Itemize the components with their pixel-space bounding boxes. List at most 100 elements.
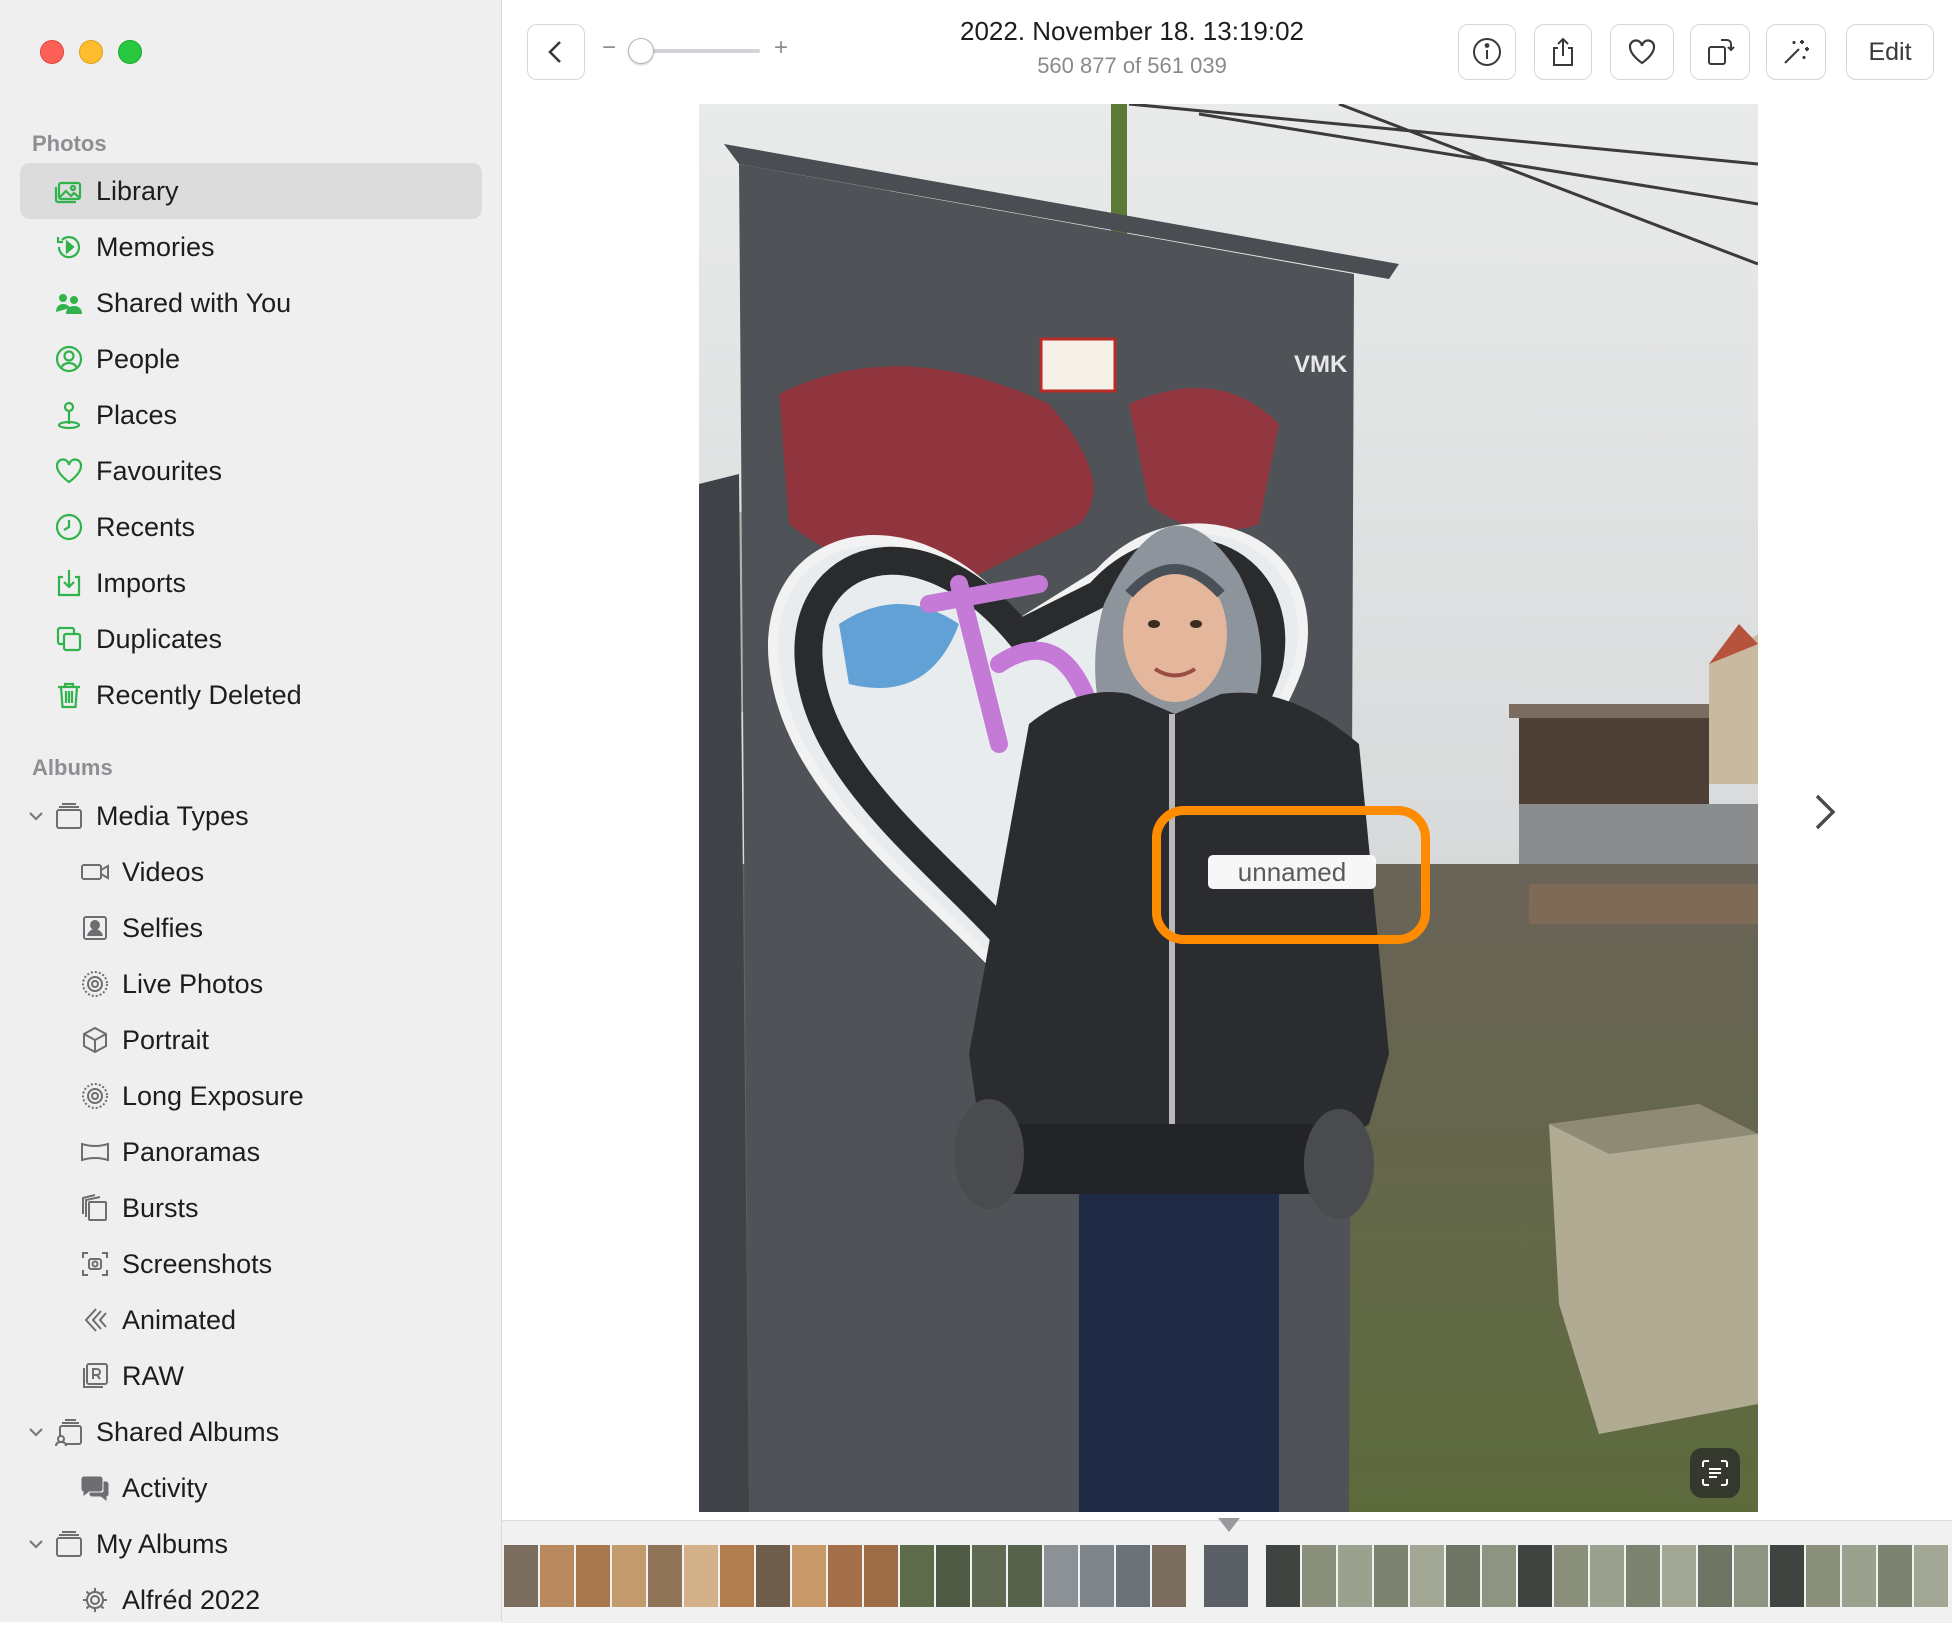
smart-album-gear-icon	[78, 1583, 112, 1617]
photo-date-title: 2022. November 18. 13:19:02	[959, 16, 1305, 46]
screenshot-icon	[78, 1247, 112, 1281]
filmstrip-thumbnail[interactable]	[612, 1545, 646, 1607]
sidebar-item-animated[interactable]: Animated	[20, 1292, 482, 1348]
minimize-window-button[interactable]	[79, 40, 103, 64]
filmstrip-thumbnail[interactable]	[1008, 1545, 1042, 1607]
filmstrip-thumbnail[interactable]	[1374, 1545, 1408, 1607]
trash-icon	[52, 678, 86, 712]
filmstrip-thumbnail[interactable]	[1518, 1545, 1552, 1607]
filmstrip-thumbnail[interactable]	[792, 1545, 826, 1607]
filmstrip-thumbnail[interactable]	[1806, 1545, 1840, 1607]
filmstrip-thumbnail[interactable]	[1410, 1545, 1444, 1607]
zoom-slider-track[interactable]	[640, 49, 760, 53]
filmstrip-thumbnail[interactable]	[540, 1545, 574, 1607]
sidebar-item-selfies[interactable]: Selfies	[20, 900, 482, 956]
favourite-button[interactable]	[1610, 24, 1674, 80]
info-button[interactable]	[1458, 24, 1516, 80]
album-stack-icon	[52, 799, 86, 833]
filmstrip-thumbnail[interactable]	[1554, 1545, 1588, 1607]
filmstrip-thumbnail[interactable]	[1734, 1545, 1768, 1607]
filmstrip-thumbnail[interactable]	[1698, 1545, 1732, 1607]
info-icon	[1473, 38, 1501, 66]
sidebar-group-shared-albums[interactable]: Shared Albums	[20, 1404, 482, 1460]
filmstrip-thumbnail[interactable]	[1662, 1545, 1696, 1607]
filmstrip-thumbnail[interactable]	[936, 1545, 970, 1607]
filmstrip-thumbnail[interactable]	[1446, 1545, 1480, 1607]
sidebar-item-recents[interactable]: Recents	[20, 499, 482, 555]
memories-icon	[52, 230, 86, 264]
close-window-button[interactable]	[40, 40, 64, 64]
filmstrip-thumbnail-current[interactable]	[1204, 1545, 1248, 1607]
sidebar-item-screenshots[interactable]: Screenshots	[20, 1236, 482, 1292]
filmstrip-thumbnail[interactable]	[1878, 1545, 1912, 1607]
sidebar-item-label: Imports	[96, 567, 187, 598]
sidebar-item-long-exposure[interactable]: Long Exposure	[20, 1068, 482, 1124]
zoom-out-icon[interactable]: −	[602, 34, 616, 62]
chevron-down-icon[interactable]	[26, 1534, 46, 1554]
filmstrip-thumbnail[interactable]	[756, 1545, 790, 1607]
face-name-label[interactable]: unnamed	[1208, 855, 1376, 889]
sidebar-item-places[interactable]: Places	[20, 387, 482, 443]
filmstrip-thumbnail[interactable]	[1482, 1545, 1516, 1607]
chevron-down-icon[interactable]	[26, 1422, 46, 1442]
back-button[interactable]	[527, 24, 585, 80]
maximize-window-button[interactable]	[118, 40, 142, 64]
svg-text:VMK: VMK	[1294, 351, 1348, 378]
sidebar-item-library[interactable]: Library	[20, 163, 482, 219]
sidebar-item-people[interactable]: People	[20, 331, 482, 387]
zoom-in-icon[interactable]: +	[774, 34, 788, 62]
sidebar-item-favourites[interactable]: Favourites	[20, 443, 482, 499]
filmstrip-thumbnail[interactable]	[1590, 1545, 1624, 1607]
sidebar-item-bursts[interactable]: Bursts	[20, 1180, 482, 1236]
filmstrip-thumbnail[interactable]	[972, 1545, 1006, 1607]
sidebar-item-label: Duplicates	[96, 623, 223, 654]
sidebar-item-label: RAW	[122, 1360, 184, 1391]
rotate-button[interactable]	[1690, 24, 1750, 80]
next-photo-arrow-icon[interactable]	[1807, 790, 1841, 834]
sidebar-group-my-albums[interactable]: My Albums	[20, 1516, 482, 1572]
filmstrip-thumbnail[interactable]	[864, 1545, 898, 1607]
sidebar-item-panoramas[interactable]: Panoramas	[20, 1124, 482, 1180]
edit-button[interactable]: Edit	[1846, 24, 1934, 80]
filmstrip-thumbnail[interactable]	[720, 1545, 754, 1607]
sidebar-item-raw[interactable]: RAW	[20, 1348, 482, 1404]
filmstrip-thumbnail[interactable]	[1116, 1545, 1150, 1607]
filmstrip-thumbnail[interactable]	[504, 1545, 538, 1607]
filmstrip-thumbnail[interactable]	[1302, 1545, 1336, 1607]
filmstrip-thumbnail[interactable]	[900, 1545, 934, 1607]
sidebar-item-videos[interactable]: Videos	[20, 844, 482, 900]
filmstrip-thumbnail[interactable]	[1842, 1545, 1876, 1607]
photo-position-count: 560 877 of 561 039	[1037, 53, 1227, 78]
filmstrip-thumbnail[interactable]	[1152, 1545, 1186, 1607]
filmstrip-thumbnail[interactable]	[1626, 1545, 1660, 1607]
sidebar-item-memories[interactable]: Memories	[20, 219, 482, 275]
filmstrip-thumbnail[interactable]	[1080, 1545, 1114, 1607]
sidebar-item-activity[interactable]: Activity	[20, 1460, 482, 1516]
filmstrip-thumbnail[interactable]	[648, 1545, 682, 1607]
filmstrip-thumbnail[interactable]	[1044, 1545, 1078, 1607]
filmstrip-thumbnail[interactable]	[828, 1545, 862, 1607]
sidebar-item-portrait[interactable]: Portrait	[20, 1012, 482, 1068]
sidebar-item-duplicates[interactable]: Duplicates	[20, 611, 482, 667]
share-button[interactable]	[1534, 24, 1592, 80]
chevron-down-icon[interactable]	[26, 806, 46, 826]
import-icon	[52, 566, 86, 600]
filmstrip-thumbnail[interactable]	[576, 1545, 610, 1607]
sidebar-item-imports[interactable]: Imports	[20, 555, 482, 611]
auto-enhance-button[interactable]	[1766, 24, 1826, 80]
live-text-button[interactable]	[1690, 1448, 1740, 1498]
sidebar-group-media-types[interactable]: Media Types	[20, 788, 482, 844]
zoom-slider-knob[interactable]	[628, 38, 654, 64]
sidebar-item-live-photos[interactable]: Live Photos	[20, 956, 482, 1012]
filmstrip-thumbnail[interactable]	[1914, 1545, 1948, 1607]
share-icon	[1553, 37, 1573, 66]
filmstrip-thumbnail[interactable]	[1338, 1545, 1372, 1607]
sidebar-item-label: Animated	[122, 1304, 237, 1335]
sidebar-item-shared-with-you[interactable]: Shared with You	[20, 275, 482, 331]
filmstrip-thumbnail[interactable]	[684, 1545, 718, 1607]
sidebar-item-alfred-2022[interactable]: Alfréd 2022	[20, 1572, 482, 1628]
filmstrip-thumbnail[interactable]	[1266, 1545, 1300, 1607]
filmstrip-thumbnail[interactable]	[1770, 1545, 1804, 1607]
sidebar-item-recently-deleted[interactable]: Recently Deleted	[20, 667, 482, 723]
heart-icon	[52, 454, 86, 488]
